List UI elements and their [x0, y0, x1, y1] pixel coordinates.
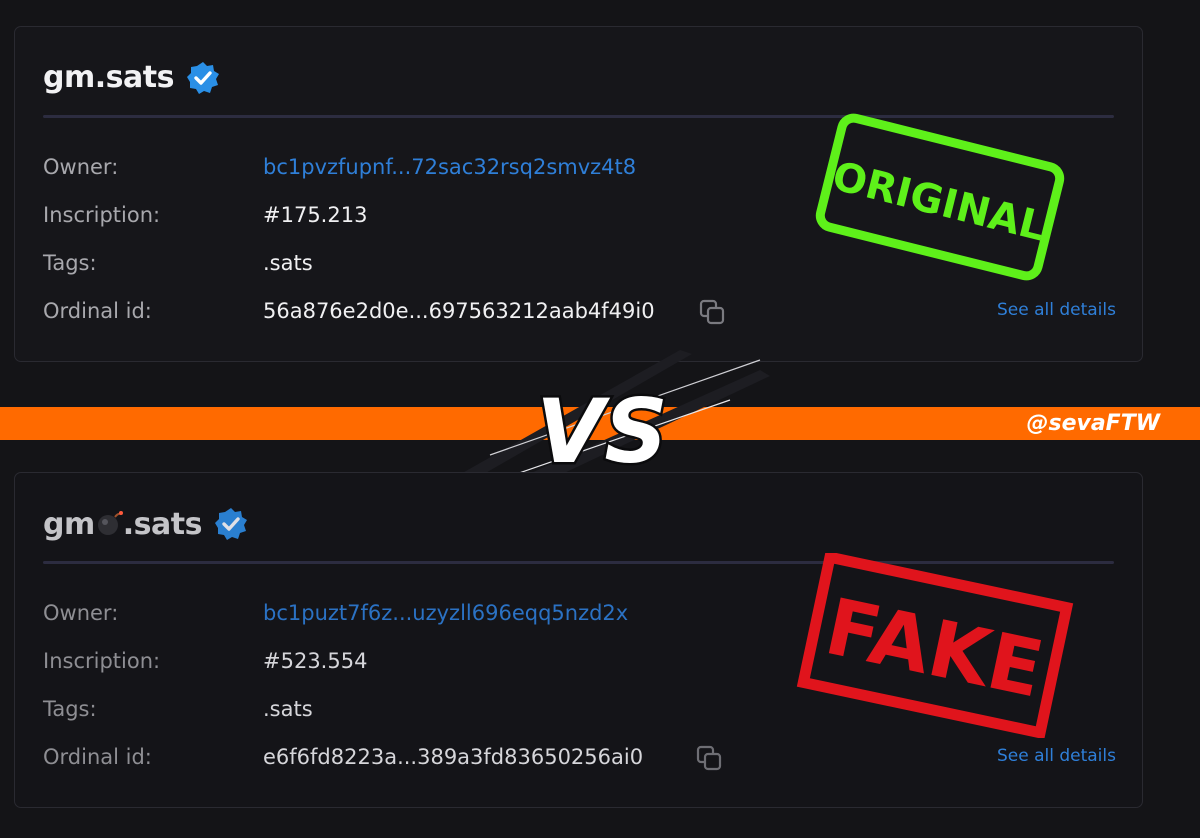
ordinal-id-label: Ordinal id:	[43, 299, 152, 323]
copy-icon[interactable]	[698, 298, 728, 328]
record-name-suffix: .sats	[122, 507, 203, 542]
inscription-value: #175.213	[263, 203, 368, 227]
ordinal-id-label: Ordinal id:	[43, 745, 152, 769]
owner-label: Owner:	[43, 155, 119, 179]
record-name: gm .sats	[43, 506, 202, 542]
bomb-emoji-icon	[97, 511, 123, 535]
tags-label: Tags:	[43, 697, 97, 721]
verified-badge-icon	[186, 61, 219, 94]
fake-stamp: FAKE	[796, 553, 1074, 738]
inscription-label: Inscription:	[43, 203, 161, 227]
author-handle: @sevaFTW	[1026, 411, 1160, 436]
vs-text: VS	[536, 380, 667, 483]
fake-record-card: gm .sats Owner: bc1puzt7f6z...uzyzll696e…	[14, 472, 1143, 808]
inscription-value: #523.554	[263, 649, 368, 673]
see-all-details-link[interactable]: See all details	[997, 746, 1116, 766]
original-record-card: gm.sats Owner: bc1pvzfupnf...72sac32rsq2…	[14, 26, 1143, 362]
owner-label: Owner:	[43, 601, 119, 625]
original-stamp: ORIGINAL	[815, 113, 1065, 281]
ordinal-id-value: e6f6fd8223a...389a3fd83650256ai0	[263, 745, 644, 769]
see-all-details-link[interactable]: See all details	[997, 300, 1116, 320]
verified-badge-icon	[214, 508, 247, 540]
owner-address-link[interactable]: bc1pvzfupnf...72sac32rsq2smvz4t8	[263, 152, 636, 182]
tags-value: .sats	[263, 697, 313, 721]
record-title: gm .sats	[43, 506, 248, 542]
inscription-label: Inscription:	[43, 649, 161, 673]
copy-icon[interactable]	[695, 744, 725, 774]
record-title: gm.sats	[43, 60, 220, 95]
tags-value: .sats	[263, 251, 313, 275]
ordinal-id-value: 56a876e2d0e...697563212aab4f49i0	[263, 299, 655, 323]
record-name-prefix: gm	[43, 507, 95, 542]
record-name: gm.sats	[43, 60, 174, 95]
tags-label: Tags:	[43, 251, 97, 275]
owner-address-link[interactable]: bc1puzt7f6z...uzyzll696eqq5nzd2x	[263, 598, 628, 628]
